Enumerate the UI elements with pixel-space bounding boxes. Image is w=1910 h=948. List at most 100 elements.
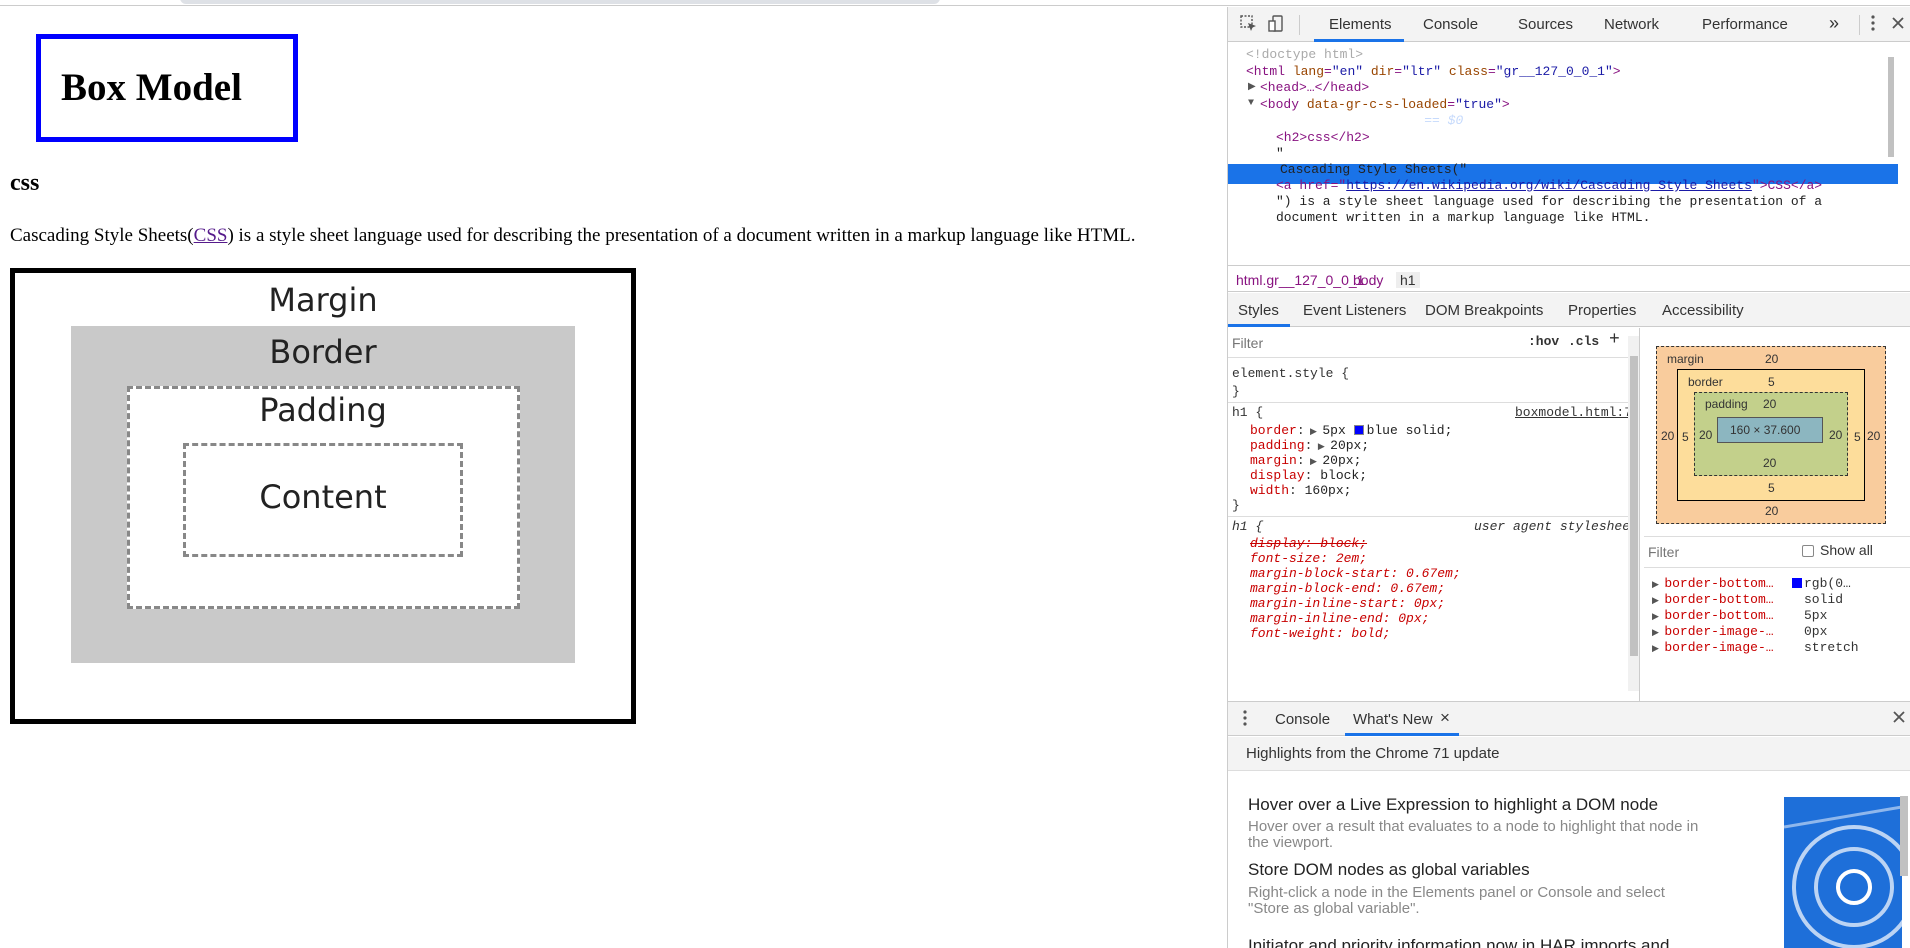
dom-text-node-2[interactable]: ") is a style sheet language used for de… [1276, 194, 1822, 209]
tab-event-listeners[interactable]: Event Listeners [1303, 302, 1406, 319]
drawer-toolbar: Console What's New × [1228, 702, 1910, 736]
computed-row[interactable]: ▶ border-bottom… [1652, 592, 1774, 607]
computed-filter-input[interactable] [1648, 541, 1778, 563]
bm-padding-bottom: 20 [1763, 456, 1777, 470]
diagram-border-label: Border [269, 333, 377, 371]
tab-network[interactable]: Network [1604, 16, 1659, 33]
dom-text-node-3[interactable]: document written in a markup language li… [1276, 210, 1650, 225]
browser-top-strip [0, 0, 1910, 6]
drawer-menu-icon[interactable] [1242, 708, 1248, 732]
computed-row[interactable]: ▶ border-bottom… [1652, 576, 1774, 591]
dom-body-node[interactable]: <body data-gr-c-s-loaded="true"> [1260, 97, 1510, 112]
paragraph-text-end: ) is a style sheet language used for des… [227, 225, 1136, 246]
computed-prop-name: border-image-… [1664, 624, 1774, 639]
bm-padding-top: 20 [1763, 397, 1777, 411]
active-subtab-indicator [1228, 324, 1290, 327]
devtools-panel: Elements Console Sources Network Perform… [1227, 7, 1910, 948]
styles-scrollbar[interactable] [1628, 336, 1639, 691]
rule2-prop-margin-inline-start[interactable]: margin-inline-start: 0px; [1250, 596, 1445, 611]
rule2-prop-font-weight[interactable]: font-weight: bold; [1250, 626, 1390, 641]
dom-current-marker: == $0 [1416, 113, 1464, 128]
drawer-tab-whats-new[interactable]: What's New [1353, 711, 1433, 728]
whats-new-item-title[interactable]: Store DOM nodes as global variables [1248, 860, 1530, 880]
breadcrumb-body[interactable]: body [1353, 272, 1383, 288]
whats-new-item-title[interactable]: Hover over a Live Expression to highligh… [1248, 795, 1658, 815]
close-drawer-icon[interactable] [1892, 710, 1906, 728]
add-rule-button[interactable]: + [1609, 330, 1620, 350]
show-all-label: Show all [1820, 542, 1873, 558]
cls-button[interactable]: .cls [1568, 334, 1599, 349]
device-toolbar-icon[interactable] [1268, 15, 1286, 38]
element-style-selector[interactable]: element.style { [1232, 366, 1349, 381]
computed-row[interactable]: ▶ border-image-… [1652, 624, 1774, 639]
dom-a-href[interactable]: https://en.wikipedia.org/wiki/Cascading_… [1346, 178, 1752, 193]
rule2-prop-margin-block-end[interactable]: margin-block-end: 0.67em; [1250, 581, 1445, 596]
whats-new-item-title[interactable]: Initiator and priority information now i… [1248, 936, 1669, 948]
dom-text-node-1[interactable]: Cascading Style Sheets(" [1280, 162, 1467, 177]
dom-doctype[interactable]: <!doctype html> [1246, 47, 1363, 62]
dom-tree[interactable]: <!doctype html> <html lang="en" dir="ltr… [1228, 43, 1898, 265]
rule1-selector[interactable]: h1 { [1232, 405, 1263, 420]
computed-row[interactable]: ▶ border-bottom… [1652, 608, 1774, 623]
color-swatch[interactable] [1353, 425, 1364, 435]
tab-sources[interactable]: Sources [1518, 16, 1573, 33]
collapse-triangle-icon[interactable]: ▼ [1248, 98, 1254, 109]
rule1-source-link[interactable]: boxmodel.html:7 [1515, 405, 1632, 420]
computed-prop-value: 0px [1804, 624, 1828, 639]
rule2-prop-margin-block-start[interactable]: margin-block-start: 0.67em; [1250, 566, 1461, 581]
dom-a-close: ">CSS</a> [1751, 178, 1823, 193]
prop-value: 5px [1322, 423, 1354, 438]
inspect-element-icon[interactable] [1240, 15, 1258, 38]
paragraph-text-start: Cascading Style Sheets( [10, 225, 194, 246]
computed-prop-name: border-bottom… [1664, 608, 1774, 623]
dom-a-open: <a href=" [1276, 178, 1347, 193]
breadcrumb-h1[interactable]: h1 [1396, 272, 1420, 288]
expand-icon[interactable]: ▶ [1305, 427, 1323, 437]
page-subheading: css [10, 170, 40, 196]
rule2-selector[interactable]: h1 { [1232, 519, 1263, 534]
tab-performance[interactable]: Performance [1702, 16, 1788, 33]
hov-button[interactable]: :hov [1528, 334, 1559, 349]
css-link[interactable]: CSS [194, 225, 228, 246]
rule1-prop-padding[interactable]: padding: ▶ 20px; [1250, 438, 1369, 453]
rule2-prop-margin-inline-end[interactable]: margin-inline-end: 0px; [1250, 611, 1429, 626]
dom-html-node[interactable]: <html lang="en" dir="ltr" class="gr__127… [1246, 64, 1621, 79]
drawer-tab-console[interactable]: Console [1275, 711, 1330, 728]
bm-border-right: 5 [1854, 430, 1861, 444]
dom-h1-node-selected[interactable]: <h1>Box Model</h1> == $0 [1276, 113, 1463, 128]
tab-console[interactable]: Console [1423, 16, 1478, 33]
tab-styles[interactable]: Styles [1238, 302, 1279, 319]
computed-row[interactable]: ▶ border-image-… [1652, 640, 1774, 655]
prop-name: border [1250, 423, 1297, 438]
page-heading: Box Model [36, 34, 298, 142]
toolbar-divider [1299, 15, 1300, 35]
dom-head-node[interactable]: <head>…</head> [1260, 80, 1369, 95]
tab-properties[interactable]: Properties [1568, 302, 1636, 319]
rule1-prop-width[interactable]: width: 160px; [1250, 483, 1351, 498]
drawer-scrollbar[interactable] [1900, 796, 1908, 876]
rule1-prop-display[interactable]: display: block; [1250, 468, 1367, 483]
dom-a-node[interactable]: <a href="https://en.wikipedia.org/wiki/C… [1276, 178, 1822, 193]
more-tabs-icon[interactable]: » [1829, 13, 1839, 34]
expand-icon[interactable]: ▶ [1312, 442, 1330, 452]
rule2-prop-font-size[interactable]: font-size: 2em; [1250, 551, 1367, 566]
close-devtools-icon[interactable] [1891, 15, 1905, 35]
expand-icon[interactable]: ▶ [1305, 457, 1323, 467]
bm-border-bottom: 5 [1768, 481, 1775, 495]
tab-elements[interactable]: Elements [1329, 16, 1392, 33]
dom-scrollbar[interactable] [1886, 47, 1896, 207]
show-all-checkbox[interactable] [1802, 545, 1814, 557]
rule1-prop-margin[interactable]: margin: ▶ 20px; [1250, 453, 1361, 468]
tab-dom-breakpoints[interactable]: DOM Breakpoints [1425, 302, 1543, 319]
close-whats-new-icon[interactable]: × [1440, 708, 1450, 728]
expand-triangle-icon[interactable]: ▶ [1248, 81, 1256, 93]
rule2-prop-display[interactable]: display: block; [1250, 536, 1367, 551]
node-options-dots[interactable]: ... [1234, 112, 1257, 127]
styles-filter-input[interactable] [1232, 332, 1522, 354]
tab-accessibility[interactable]: Accessibility [1662, 302, 1744, 319]
dom-h2-node[interactable]: <h2>css</h2> [1276, 130, 1370, 145]
breadcrumb-html[interactable]: html.gr__127_0_0_1 [1236, 272, 1364, 288]
rule1-prop-border[interactable]: border: ▶ 5px blue solid; [1250, 423, 1452, 438]
kebab-menu-icon[interactable] [1870, 13, 1876, 38]
bm-margin-right: 20 [1867, 429, 1881, 443]
